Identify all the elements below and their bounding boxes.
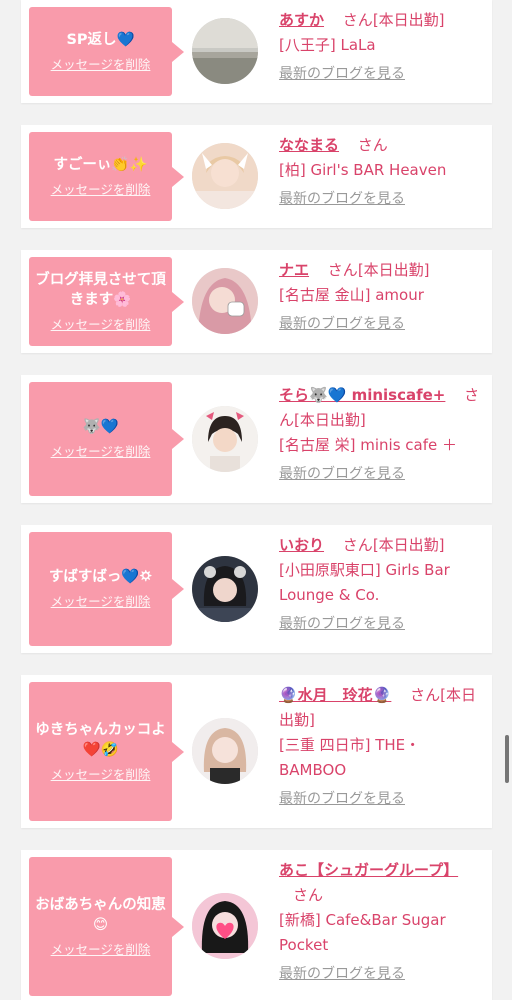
work-status: [本日出勤] [294,411,366,429]
delete-message-link[interactable]: メッセージを削除 [51,941,151,959]
work-status: [本日出勤] [372,11,445,29]
message-bubble: SP返し💙 メッセージを削除 [29,7,184,96]
message-bubble: おばあちゃんの知恵😊 メッセージを削除 [29,857,184,996]
latest-blog-link[interactable]: 最新のブログを見る [279,612,405,637]
cast-info: あすか さん[本日出勤] [八王子] LaLa 最新のブログを見る [279,8,485,87]
message-text: ブログ拝見させて頂きます🌸 [35,271,166,308]
message-text: 🐺💙 [82,419,119,435]
honorific: さん [327,261,358,279]
message-bubble: すごーぃ👏✨ メッセージを削除 [29,132,184,221]
cast-info: そら🐺💙 miniscafe+ さん[本日出勤] [名古屋 栄] minis c… [279,383,485,487]
cast-name-link[interactable]: あこ【シュガーグループ】 [279,861,458,879]
store-name: [名古屋 栄] minis cafe ＋ [279,436,457,454]
honorific: さん [357,136,388,154]
honorific: さん [410,686,441,704]
store-name: [小田原駅東口] Girls Bar Lounge & Co. [279,561,450,604]
message-bubble: すばすばっ💙🌣 メッセージを削除 [29,532,184,646]
delete-message-link[interactable]: メッセージを削除 [51,593,151,611]
cast-info: あこ【シュガーグループ】 さん [新橋] Cafe&Bar Sugar Pock… [279,858,485,987]
message-text: SP返し💙 [66,31,135,48]
delete-message-link[interactable]: メッセージを削除 [51,56,151,74]
latest-blog-link[interactable]: 最新のブログを見る [279,962,405,987]
cast-info: ななまる さん [柏] Girl's BAR Heaven 最新のブログを見る [279,133,485,212]
message-text: おばあちゃんの知恵😊 [35,896,166,933]
list-item: すばすばっ💙🌣 メッセージを削除 いおり さん[本日出勤] [小田原駅東口] G… [21,525,492,653]
work-status: [本日出勤] [357,261,430,279]
cast-info: いおり さん[本日出勤] [小田原駅東口] Girls Bar Lounge &… [279,533,485,637]
list-item: すごーぃ👏✨ メッセージを削除 ななまる さん [柏] Girl's BAR H… [21,125,492,228]
list-item: SP返し💙 メッセージを削除 あすか さん[本日出勤] [八王子] LaLa 最… [21,0,492,103]
latest-blog-link[interactable]: 最新のブログを見る [279,787,405,812]
list-item: 🐺💙 メッセージを削除 そら🐺💙 miniscafe+ さん[本日出勤] [名古… [21,375,492,503]
avatar[interactable] [192,556,258,622]
honorific: さん [293,886,324,904]
avatar[interactable] [192,18,258,84]
store-name: [八王子] LaLa [279,36,376,54]
avatar[interactable] [192,893,258,959]
cast-name-link[interactable]: ナエ [279,261,309,279]
latest-blog-link[interactable]: 最新のブログを見る [279,187,405,212]
scrollbar[interactable] [505,735,509,783]
avatar[interactable] [192,406,258,472]
store-name: [新橋] Cafe&Bar Sugar Pocket [279,911,446,954]
avatar[interactable] [192,268,258,334]
message-text: すばすばっ💙🌣 [48,569,153,585]
delete-message-link[interactable]: メッセージを削除 [51,316,151,334]
message-bubble: 🐺💙 メッセージを削除 [29,382,184,496]
message-bubble: ブログ拝見させて頂きます🌸 メッセージを削除 [29,257,184,346]
work-status: [本日出勤] [372,536,445,554]
message-text: すごーぃ👏✨ [53,156,148,173]
delete-message-link[interactable]: メッセージを削除 [51,181,151,199]
message-text: ゆきちゃんカッコよ❤️🤣 [35,721,166,758]
delete-message-link[interactable]: メッセージを削除 [51,766,151,784]
latest-blog-link[interactable]: 最新のブログを見る [279,62,405,87]
avatar[interactable] [192,143,258,209]
cast-name-link[interactable]: 🔮水月 玲花🔮 [279,686,391,704]
store-name: [柏] Girl's BAR Heaven [279,161,447,179]
honorific: さん [342,536,373,554]
cast-info: 🔮水月 玲花🔮 さん[本日出勤] [三重 四日市] THE・BAMBOO 最新の… [279,683,485,812]
cast-name-link[interactable]: いおり [279,536,324,554]
store-name: [三重 四日市] THE・BAMBOO [279,736,421,779]
avatar[interactable] [192,718,258,784]
list-item: ゆきちゃんカッコよ❤️🤣 メッセージを削除 🔮水月 玲花🔮 さん[本日出勤] [… [21,675,492,828]
list-item: ブログ拝見させて頂きます🌸 メッセージを削除 ナエ さん[本日出勤] [名古屋 … [21,250,492,353]
latest-blog-link[interactable]: 最新のブログを見る [279,462,405,487]
message-bubble: ゆきちゃんカッコよ❤️🤣 メッセージを削除 [29,682,184,821]
list-item: おばあちゃんの知恵😊 メッセージを削除 あこ【シュガーグループ】 さん [新橋]… [21,850,492,1000]
honorific: さん [342,11,373,29]
cast-name-link[interactable]: あすか [279,11,324,29]
latest-blog-link[interactable]: 最新のブログを見る [279,312,405,337]
cast-info: ナエ さん[本日出勤] [名古屋 金山] amour 最新のブログを見る [279,258,485,337]
delete-message-link[interactable]: メッセージを削除 [51,443,151,461]
cast-name-link[interactable]: ななまる [279,136,339,154]
store-name: [名古屋 金山] amour [279,286,424,304]
cast-name-link[interactable]: そら🐺💙 miniscafe+ [279,386,445,404]
